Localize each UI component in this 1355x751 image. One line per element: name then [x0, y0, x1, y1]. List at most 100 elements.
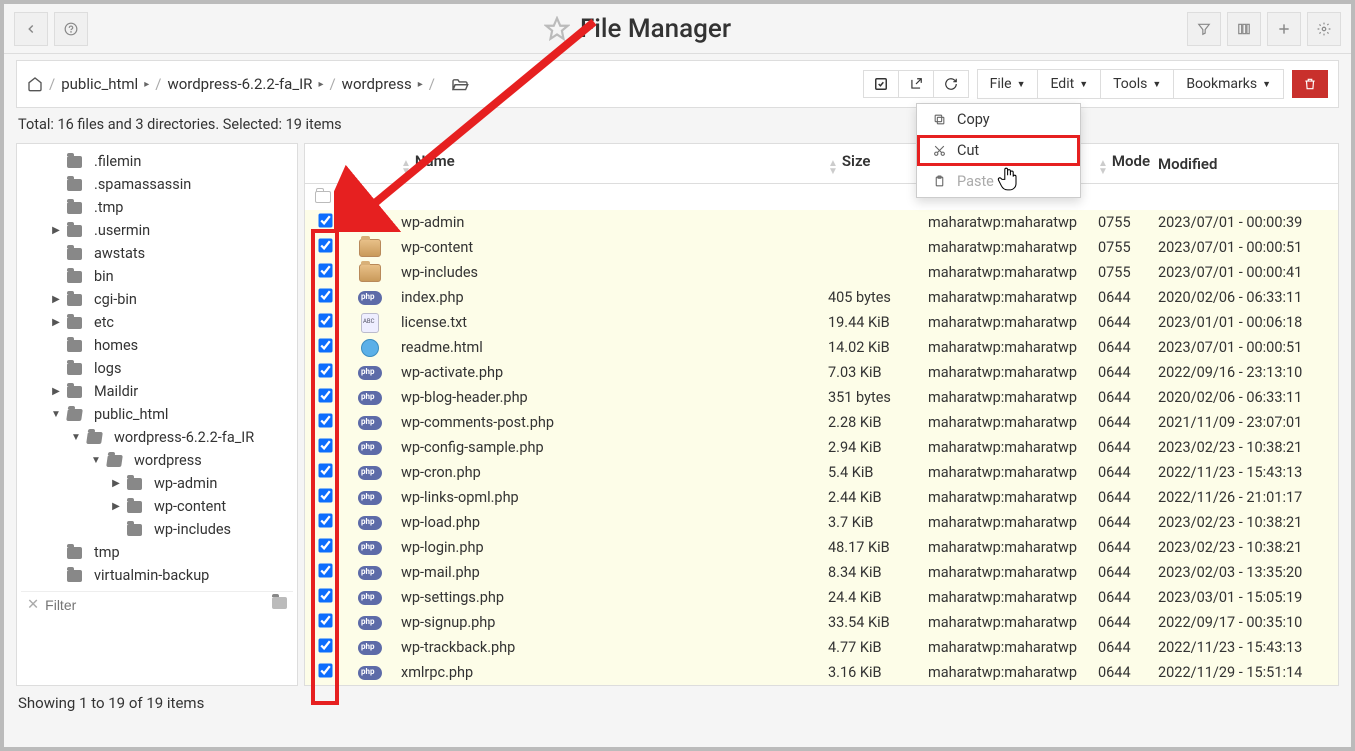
star-icon[interactable] — [544, 16, 570, 42]
file-row[interactable]: wp-login.php48.17 KiBmaharatwp:maharatwp… — [305, 535, 1338, 560]
tree-caret-icon[interactable] — [51, 156, 61, 167]
file-row[interactable]: wp-activate.php7.03 KiBmaharatwp:maharat… — [305, 360, 1338, 385]
row-checkbox[interactable] — [318, 588, 332, 602]
row-checkbox[interactable] — [318, 438, 332, 452]
row-checkbox[interactable] — [318, 338, 332, 352]
tree-caret-icon[interactable]: ▶ — [51, 225, 61, 236]
file-row[interactable]: wp-settings.php24.4 KiBmaharatwp:maharat… — [305, 585, 1338, 610]
tree-item[interactable]: ▶wp-content — [21, 495, 293, 518]
file-row[interactable]: wp-config-sample.php2.94 KiBmaharatwp:ma… — [305, 435, 1338, 460]
edit-menu[interactable]: Edit ▼ — [1038, 69, 1101, 99]
file-row[interactable]: wp-includesmaharatwp:maharatwp07552023/0… — [305, 260, 1338, 285]
row-checkbox[interactable] — [318, 488, 332, 502]
row-checkbox[interactable] — [318, 238, 332, 252]
tree-item[interactable]: ▶.usermin — [21, 219, 293, 242]
row-checkbox[interactable] — [318, 663, 332, 677]
crumb-public-html[interactable]: public_html▸ — [61, 75, 149, 93]
tree-caret-icon[interactable] — [51, 271, 61, 282]
parent-row[interactable]: .. — [305, 184, 1338, 210]
copy-item[interactable]: Copy — [917, 104, 1080, 135]
tree-caret-icon[interactable]: ▶ — [51, 386, 61, 397]
row-checkbox[interactable] — [318, 313, 332, 327]
crumb-wordpress[interactable]: wordpress▸ — [342, 75, 423, 93]
tree-caret-icon[interactable] — [51, 340, 61, 351]
tree-item[interactable]: homes — [21, 334, 293, 357]
row-checkbox[interactable] — [318, 463, 332, 477]
delete-button[interactable] — [1292, 70, 1328, 98]
tree-item[interactable]: tmp — [21, 541, 293, 564]
col-size[interactable]: ▲▼Size — [828, 152, 928, 176]
tree-caret-icon[interactable]: ▶ — [111, 501, 121, 512]
file-row[interactable]: wp-adminmaharatwp:maharatwp07552023/07/0… — [305, 210, 1338, 235]
tree-item[interactable]: .tmp — [21, 196, 293, 219]
tree-caret-icon[interactable]: ▼ — [91, 455, 101, 466]
row-checkbox[interactable] — [318, 413, 332, 427]
tree-item[interactable]: virtualmin-backup — [21, 564, 293, 587]
tree-item[interactable]: ▶wp-admin — [21, 472, 293, 495]
columns-icon[interactable] — [1227, 12, 1261, 46]
row-checkbox[interactable] — [318, 513, 332, 527]
tree-item[interactable]: .filemin — [21, 150, 293, 173]
tree-caret-icon[interactable] — [51, 363, 61, 374]
bookmarks-menu[interactable]: Bookmarks ▼ — [1174, 69, 1284, 99]
tree-item[interactable]: ▶etc — [21, 311, 293, 334]
row-checkbox[interactable] — [318, 213, 332, 227]
cut-item[interactable]: Cut — [917, 135, 1080, 166]
row-checkbox[interactable] — [318, 363, 332, 377]
col-modified[interactable]: Modified — [1158, 155, 1338, 173]
tree-caret-icon[interactable] — [51, 570, 61, 581]
clear-filter-icon[interactable]: ✕ — [27, 596, 39, 613]
tree-item[interactable]: logs — [21, 357, 293, 380]
crumb-wordpress-622[interactable]: wordpress-6.2.2-fa_IR▸ — [167, 75, 323, 93]
row-checkbox[interactable] — [318, 388, 332, 402]
tree-item[interactable]: ▼public_html — [21, 403, 293, 426]
file-row[interactable]: wp-contentmaharatwp:maharatwp07552023/07… — [305, 235, 1338, 260]
tree-caret-icon[interactable] — [51, 202, 61, 213]
tree-caret-icon[interactable]: ▶ — [51, 294, 61, 305]
row-checkbox[interactable] — [318, 563, 332, 577]
tree-caret-icon[interactable] — [51, 547, 61, 558]
add-button[interactable] — [1267, 12, 1301, 46]
tree-item[interactable]: ▶Maildir — [21, 380, 293, 403]
col-mode[interactable]: ▲▼Mode — [1098, 152, 1158, 176]
col-name[interactable]: ▲▼Name — [395, 152, 828, 176]
tree-caret-icon[interactable]: ▼ — [71, 432, 81, 443]
tree-caret-icon[interactable] — [51, 179, 61, 190]
row-checkbox[interactable] — [318, 538, 332, 552]
row-checkbox[interactable] — [318, 638, 332, 652]
file-row[interactable]: wp-links-opml.php2.44 KiBmaharatwp:mahar… — [305, 485, 1338, 510]
refresh-button[interactable] — [934, 70, 969, 98]
file-row[interactable]: xmlrpc.php3.16 KiBmaharatwp:maharatwp064… — [305, 660, 1338, 685]
tree-item[interactable]: awstats — [21, 242, 293, 265]
tree-item[interactable]: ▼wordpress-6.2.2-fa_IR — [21, 426, 293, 449]
tree-item[interactable]: ▼wordpress — [21, 449, 293, 472]
file-row[interactable]: wp-signup.php33.54 KiBmaharatwp:maharatw… — [305, 610, 1338, 635]
row-checkbox[interactable] — [318, 613, 332, 627]
tree-item[interactable]: ▶cgi-bin — [21, 288, 293, 311]
file-row[interactable]: wp-cron.php5.4 KiBmaharatwp:maharatwp064… — [305, 460, 1338, 485]
back-button[interactable] — [14, 12, 48, 46]
tree-caret-icon[interactable]: ▶ — [51, 317, 61, 328]
file-row[interactable]: wp-comments-post.php2.28 KiBmaharatwp:ma… — [305, 410, 1338, 435]
folder-filter-icon[interactable] — [272, 596, 287, 613]
export-button[interactable] — [899, 70, 934, 98]
filter-icon[interactable] — [1187, 12, 1221, 46]
file-row[interactable]: wp-load.php3.7 KiBmaharatwp:maharatwp064… — [305, 510, 1338, 535]
file-menu[interactable]: File ▼ — [977, 69, 1039, 99]
settings-button[interactable] — [1307, 12, 1341, 46]
tree-item[interactable]: .spamassassin — [21, 173, 293, 196]
tree-caret-icon[interactable]: ▶ — [111, 478, 121, 489]
tree-item[interactable]: wp-includes — [21, 518, 293, 541]
tree-caret-icon[interactable] — [51, 248, 61, 259]
tree-caret-icon[interactable]: ▼ — [51, 409, 61, 420]
file-row[interactable]: wp-trackback.php4.77 KiBmaharatwp:mahara… — [305, 635, 1338, 660]
row-checkbox[interactable] — [318, 263, 332, 277]
file-row[interactable]: wp-blog-header.php351 bytesmaharatwp:mah… — [305, 385, 1338, 410]
help-button[interactable] — [54, 12, 88, 46]
tree-item[interactable]: bin — [21, 265, 293, 288]
select-all-button[interactable] — [863, 70, 899, 98]
filter-input[interactable] — [45, 597, 266, 613]
file-row[interactable]: wp-mail.php8.34 KiBmaharatwp:maharatwp06… — [305, 560, 1338, 585]
tree-caret-icon[interactable] — [111, 524, 121, 535]
home-icon[interactable] — [27, 76, 43, 92]
